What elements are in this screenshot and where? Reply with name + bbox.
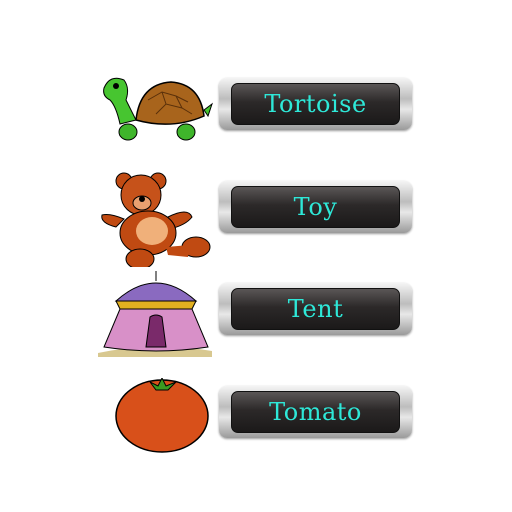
teddy-bear-icon [101, 172, 211, 267]
item-row-tortoise: Tortoise [0, 77, 512, 141]
tomato-label: Tomato [231, 391, 400, 433]
toy-label: Toy [231, 186, 400, 228]
item-row-toy: Toy [0, 172, 512, 267]
tomato-button[interactable]: Tomato [219, 386, 412, 438]
item-row-tent: Tent [0, 271, 512, 357]
tent-label: Tent [231, 288, 400, 330]
tortoise-label: Tortoise [231, 83, 400, 125]
tent-button[interactable]: Tent [219, 283, 412, 335]
tent-icon [98, 271, 212, 357]
item-row-tomato: Tomato [0, 378, 512, 453]
tortoise-icon [103, 77, 213, 141]
tortoise-button[interactable]: Tortoise [219, 78, 412, 130]
tomato-icon [115, 378, 209, 453]
toy-button[interactable]: Toy [219, 181, 412, 233]
